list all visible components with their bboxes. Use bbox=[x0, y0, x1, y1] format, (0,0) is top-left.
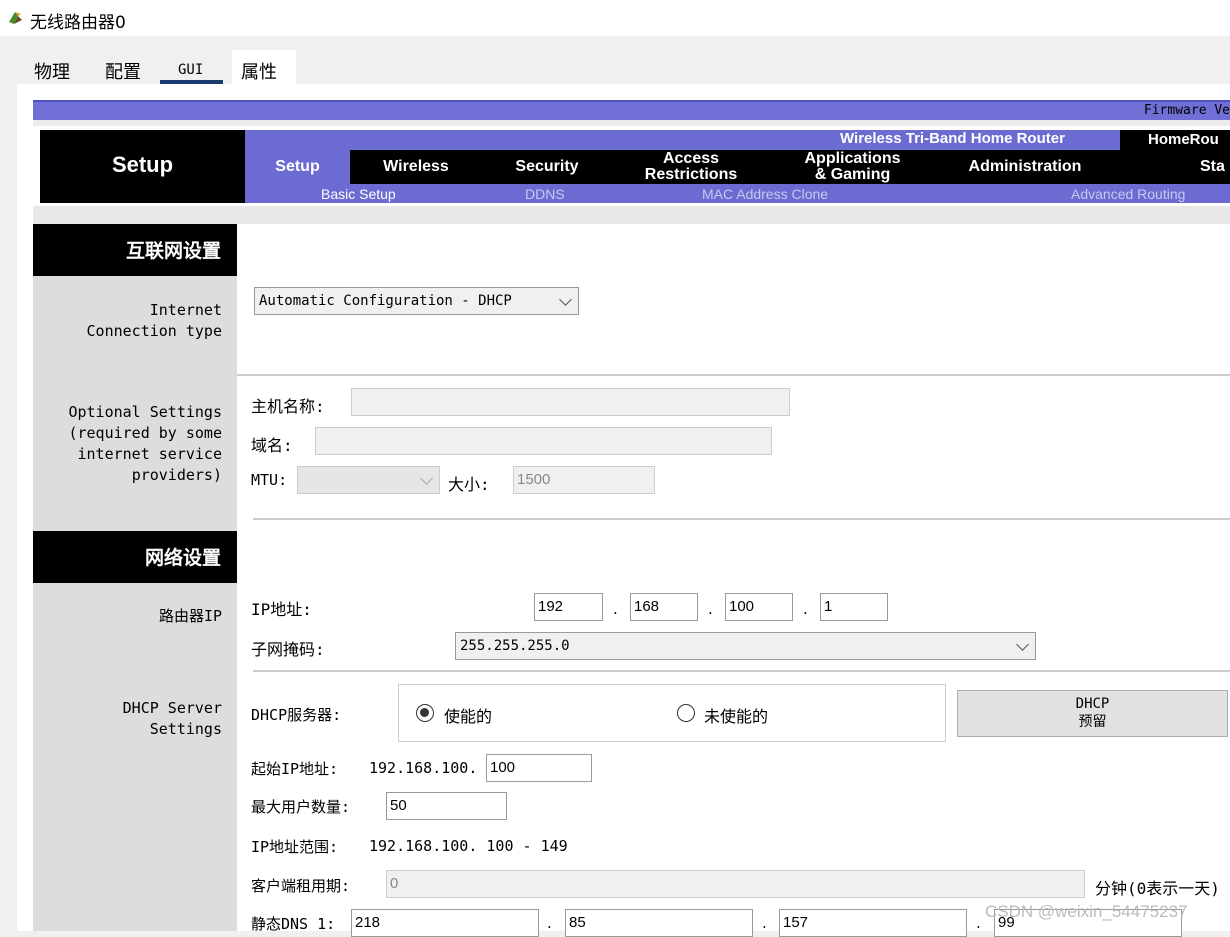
ip-dot: . bbox=[976, 914, 981, 932]
subnav-basic-setup[interactable]: Basic Setup bbox=[321, 186, 396, 202]
nav-security[interactable]: Security bbox=[488, 150, 606, 184]
mtu-select[interactable] bbox=[297, 466, 440, 494]
firmware-bar: Firmware Ve bbox=[33, 100, 1230, 120]
hostname-label: 主机名称: bbox=[251, 397, 325, 416]
hostname-input[interactable] bbox=[351, 388, 790, 416]
section-heading-network: 网络设置 bbox=[33, 531, 237, 583]
optional-settings-label: Optional Settings (required by some inte… bbox=[68, 403, 222, 484]
main-nav: Setup Wireless Security Access Restricti… bbox=[245, 150, 1230, 184]
chevron-down-icon bbox=[559, 293, 572, 306]
watermark: CSDN @weixin_54475237 bbox=[985, 902, 1188, 921]
ip-dot: . bbox=[613, 600, 618, 618]
subnav-mac-clone[interactable]: MAC Address Clone bbox=[702, 186, 828, 202]
chevron-down-icon bbox=[420, 472, 433, 485]
router-ip-label: 路由器IP bbox=[158, 607, 222, 625]
dhcp-disabled-label: 未使能的 bbox=[704, 707, 769, 726]
mtu-size-input[interactable]: 1500 bbox=[513, 466, 655, 494]
subnet-mask-value: 255.255.255.0 bbox=[460, 638, 570, 654]
max-users-input[interactable]: 50 bbox=[386, 792, 507, 820]
mtu-label: MTU: bbox=[251, 471, 288, 489]
nav-status[interactable]: Sta bbox=[1200, 150, 1230, 184]
firmware-version: Firmware Ve bbox=[1143, 103, 1230, 118]
domain-label: 域名: bbox=[251, 436, 293, 455]
tab-properties[interactable]: 属性 bbox=[241, 54, 277, 86]
connection-type-value: Automatic Configuration - DHCP bbox=[259, 293, 512, 309]
ip-dot: . bbox=[803, 600, 808, 618]
sub-nav: Basic Setup DDNS MAC Address Clone Advan… bbox=[245, 184, 1230, 203]
subnet-mask-select[interactable]: 255.255.255.0 bbox=[455, 632, 1036, 660]
dns1-octet-3[interactable]: 157 bbox=[779, 909, 967, 937]
ip-octet-1[interactable]: 192 bbox=[534, 593, 603, 621]
internet-connection-type-label: Internet Connection type bbox=[86, 301, 222, 340]
nav-access-restrictions[interactable]: Access Restrictions bbox=[625, 150, 757, 184]
nav-setup[interactable]: Setup bbox=[245, 150, 350, 184]
dhcp-server-label: DHCP服务器: bbox=[251, 706, 342, 724]
ip-dot: . bbox=[547, 914, 552, 932]
nav-applications-gaming[interactable]: Applications & Gaming bbox=[785, 150, 920, 184]
dhcp-enabled-label: 使能的 bbox=[444, 707, 493, 726]
lease-time-input[interactable]: 0 bbox=[386, 870, 1085, 898]
subnet-mask-label: 子网掩码: bbox=[251, 640, 325, 659]
domain-input[interactable] bbox=[315, 427, 772, 455]
dhcp-enabled-radio[interactable] bbox=[416, 704, 434, 722]
dhcp-server-settings-label: DHCP Server Settings bbox=[122, 699, 222, 738]
tab-config[interactable]: 配置 bbox=[105, 54, 141, 86]
start-ip-prefix: 192.168.100. bbox=[369, 759, 478, 777]
ip-octet-2[interactable]: 168 bbox=[630, 593, 698, 621]
header-divider bbox=[33, 206, 1230, 224]
divider bbox=[237, 374, 1230, 376]
divider bbox=[253, 518, 1230, 520]
ip-octet-4[interactable]: 1 bbox=[820, 593, 888, 621]
section-heading-internet: 互联网设置 bbox=[33, 224, 237, 276]
ip-dot: . bbox=[708, 600, 713, 618]
lease-time-label: 客户端租用期: bbox=[251, 877, 351, 895]
ip-range-label: IP地址范围: bbox=[251, 838, 339, 856]
product-name: Wireless Tri-Band Home Router bbox=[840, 130, 1065, 147]
page-title: Setup bbox=[111, 152, 174, 177]
dns1-octet-2[interactable]: 85 bbox=[565, 909, 753, 937]
subnav-ddns[interactable]: DDNS bbox=[525, 186, 565, 202]
dhcp-disabled-radio[interactable] bbox=[677, 704, 695, 722]
chevron-down-icon bbox=[1016, 638, 1029, 651]
nav-wireless[interactable]: Wireless bbox=[357, 150, 475, 184]
router-app-icon bbox=[9, 12, 22, 24]
dns1-octet-1[interactable]: 218 bbox=[351, 909, 539, 937]
nav-administration[interactable]: Administration bbox=[945, 150, 1105, 184]
firmware-spacer bbox=[33, 120, 1230, 126]
window-title: 无线路由器0 bbox=[30, 13, 126, 33]
ip-range-value: 192.168.100. 100 - 149 bbox=[369, 837, 568, 855]
start-ip-input[interactable]: 100 bbox=[486, 754, 592, 782]
ip-octet-3[interactable]: 100 bbox=[725, 593, 793, 621]
lease-time-suffix: 分钟(0表示一天) bbox=[1095, 879, 1220, 898]
tab-physical[interactable]: 物理 bbox=[34, 54, 70, 86]
max-users-label: 最大用户数量: bbox=[251, 798, 351, 816]
mtu-size-label: 大小: bbox=[448, 475, 490, 494]
ip-dot: . bbox=[762, 914, 767, 932]
window-titlebar: 无线路由器0 bbox=[0, 0, 1230, 36]
ip-address-label: IP地址: bbox=[251, 600, 312, 619]
divider bbox=[253, 670, 1230, 672]
dhcp-reservation-button[interactable]: DHCP 预留 bbox=[957, 690, 1228, 737]
connection-type-select[interactable]: Automatic Configuration - DHCP bbox=[254, 287, 579, 315]
start-ip-label: 起始IP地址: bbox=[251, 760, 339, 778]
subnav-advanced-routing[interactable]: Advanced Routing bbox=[1071, 186, 1185, 202]
model-name: HomeRou bbox=[1120, 130, 1230, 152]
